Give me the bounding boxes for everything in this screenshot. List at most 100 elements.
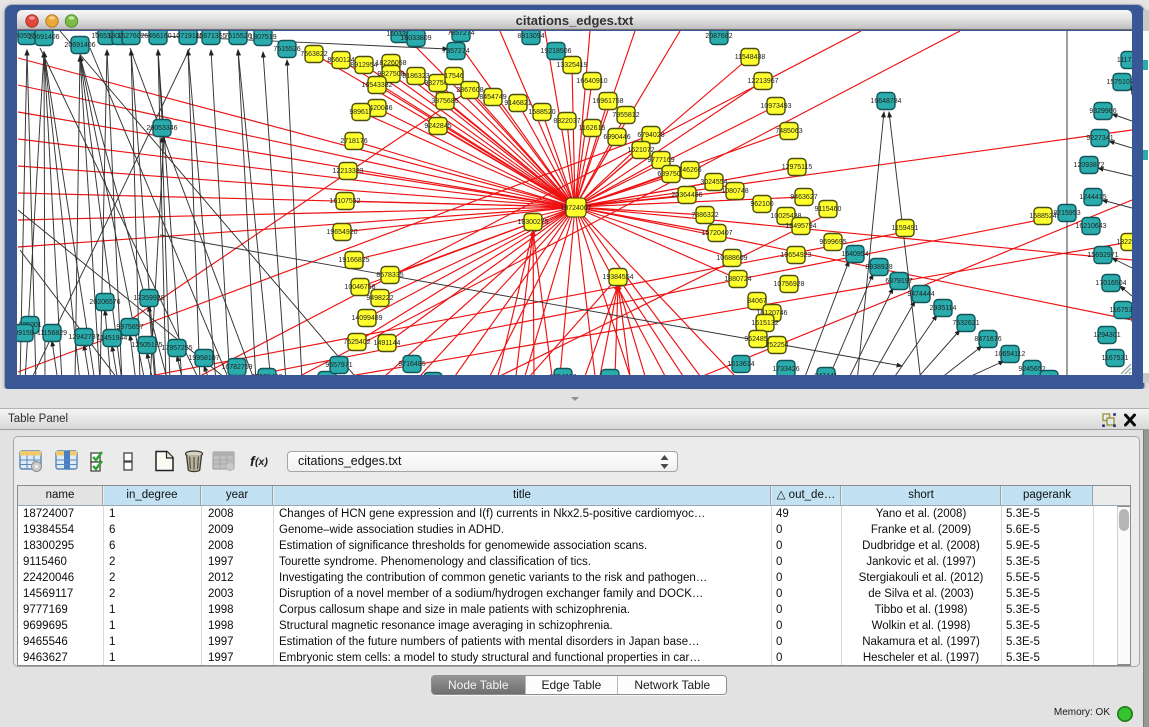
svg-text:20691406: 20691406 — [28, 34, 59, 41]
svg-text:7663822: 7663822 — [300, 51, 327, 58]
svg-text:17546: 17546 — [444, 73, 464, 80]
svg-text:16782759: 16782759 — [221, 364, 252, 371]
svg-text:20053346: 20053346 — [146, 125, 177, 132]
svg-text:7357274: 7357274 — [442, 48, 469, 55]
svg-text:8186323: 8186323 — [402, 73, 429, 80]
svg-text:17359928: 17359928 — [133, 295, 164, 302]
svg-text:19166825: 19166825 — [338, 257, 369, 264]
svg-text:10654112: 10654112 — [995, 351, 1026, 358]
svg-text:8813094: 8813094 — [517, 33, 544, 40]
svg-text:9975857: 9975857 — [116, 324, 143, 331]
svg-text:10973493: 10973493 — [760, 103, 791, 110]
svg-text:9242845: 9242845 — [424, 123, 451, 130]
svg-text:20691406: 20691406 — [64, 42, 95, 49]
svg-text:8454749: 8454749 — [479, 94, 506, 101]
svg-text:16210643: 16210643 — [1075, 223, 1106, 230]
svg-text:9498222: 9498222 — [366, 295, 393, 302]
svg-text:1880724: 1880724 — [724, 276, 751, 283]
svg-text:13325419: 13325419 — [556, 62, 587, 69]
svg-text:12923468: 12923468 — [251, 374, 282, 375]
svg-text:14099489: 14099489 — [351, 315, 382, 322]
svg-text:7515526: 7515526 — [224, 33, 251, 40]
svg-text:9716485: 9716485 — [398, 361, 425, 368]
svg-text:12505135: 12505135 — [131, 342, 162, 349]
svg-text:20364486: 20364486 — [671, 192, 702, 199]
svg-text:12093872: 12093872 — [1073, 162, 1104, 169]
svg-text:8578335: 8578335 — [376, 272, 403, 279]
svg-text:7485063: 7485063 — [775, 128, 802, 135]
svg-text:7515526: 7515526 — [273, 46, 300, 53]
svg-text:18495794: 18495794 — [785, 223, 816, 230]
svg-text:1491144: 1491144 — [374, 340, 401, 347]
svg-text:10756928: 10756928 — [773, 281, 804, 288]
svg-text:1588520: 1588520 — [528, 109, 555, 116]
svg-text:1733426: 1733426 — [772, 366, 799, 373]
svg-text:1244415: 1244415 — [1079, 194, 1106, 201]
svg-text:1615132: 1615132 — [751, 320, 778, 327]
svg-text:3024554: 3024554 — [700, 179, 727, 186]
svg-text:1162615: 1162615 — [579, 125, 606, 132]
svg-text:17016504: 17016504 — [1095, 280, 1126, 287]
svg-text:7886322: 7886322 — [691, 212, 718, 219]
svg-text:1080748: 1080748 — [721, 188, 748, 195]
svg-text:6794028: 6794028 — [637, 132, 664, 139]
svg-text:3875685: 3875685 — [431, 98, 458, 105]
svg-text:2935114: 2935114 — [930, 305, 957, 312]
svg-text:19654923: 19654923 — [780, 252, 811, 259]
svg-text:6990446: 6990446 — [603, 134, 630, 141]
svg-text:15751074: 15751074 — [1106, 79, 1132, 86]
svg-text:19218506: 19218506 — [540, 48, 571, 55]
svg-text:16961758: 16961758 — [592, 98, 623, 105]
svg-text:1621072: 1621072 — [627, 147, 654, 154]
svg-text:1117364: 1117364 — [1117, 57, 1132, 64]
svg-text:17957255: 17957255 — [161, 345, 192, 352]
svg-text:1588524: 1588524 — [1029, 213, 1056, 220]
svg-text:19384554: 19384554 — [602, 274, 633, 281]
svg-text:1513614: 1513614 — [727, 361, 754, 368]
svg-text:8912954: 8912954 — [350, 62, 377, 69]
svg-text:16033809: 16033809 — [400, 35, 431, 42]
svg-text:7955812: 7955812 — [612, 112, 639, 119]
svg-text:11548438: 11548438 — [735, 54, 766, 61]
svg-text:19654920: 19654920 — [326, 229, 357, 236]
svg-text:1167534: 1167534 — [1110, 307, 1132, 314]
svg-text:8322037: 8322037 — [553, 118, 580, 125]
svg-text:11156829: 11156829 — [37, 330, 67, 337]
svg-text:2718176: 2718176 — [340, 138, 367, 145]
svg-text:2867608: 2867608 — [456, 87, 483, 94]
svg-text:16640910: 16640910 — [576, 78, 607, 85]
svg-text:19958107: 19958107 — [188, 355, 219, 362]
svg-text:18724007: 18724007 — [560, 205, 591, 212]
svg-text:20206576: 20206576 — [89, 299, 120, 306]
svg-text:6879197: 6879197 — [885, 278, 912, 285]
svg-text:18300275: 18300275 — [517, 219, 548, 226]
svg-text:746266: 746266 — [678, 167, 701, 174]
svg-text:16543382: 16543382 — [361, 82, 392, 89]
svg-text:15720407: 15720407 — [701, 230, 732, 237]
svg-text:1527602: 1527602 — [117, 33, 144, 40]
svg-text:7357274: 7357274 — [447, 31, 474, 37]
svg-text:7625402: 7625402 — [343, 339, 370, 346]
svg-text:2087682: 2087682 — [705, 33, 732, 40]
svg-text:9777169: 9777169 — [647, 157, 674, 164]
svg-text:9699695: 9699695 — [819, 239, 846, 246]
svg-text:1322049: 1322049 — [1116, 239, 1132, 246]
svg-text:1640954: 1640954 — [841, 251, 868, 258]
svg-text:6466160: 6466160 — [144, 33, 171, 40]
svg-text:9474444: 9474444 — [907, 291, 934, 298]
svg-text:7632621: 7632621 — [952, 320, 979, 327]
svg-text:1807519: 1807519 — [249, 34, 276, 41]
svg-text:10688609: 10688609 — [716, 255, 747, 262]
svg-text:15692971: 15692971 — [1087, 252, 1118, 259]
svg-text:(x): (x) — [255, 456, 268, 468]
svg-text:11451944: 11451944 — [97, 335, 128, 342]
svg-text:84067: 84067 — [747, 298, 767, 305]
svg-text:9146821: 9146821 — [504, 100, 531, 107]
svg-text:989617: 989617 — [349, 109, 372, 116]
svg-text:16671355: 16671355 — [195, 33, 226, 40]
svg-text:12213383: 12213383 — [332, 168, 363, 175]
svg-text:9463627: 9463627 — [790, 194, 817, 201]
svg-text:8954012: 8954012 — [549, 374, 576, 375]
svg-text:8471676: 8471676 — [974, 336, 1001, 343]
svg-text:9227341: 9227341 — [1086, 135, 1113, 142]
